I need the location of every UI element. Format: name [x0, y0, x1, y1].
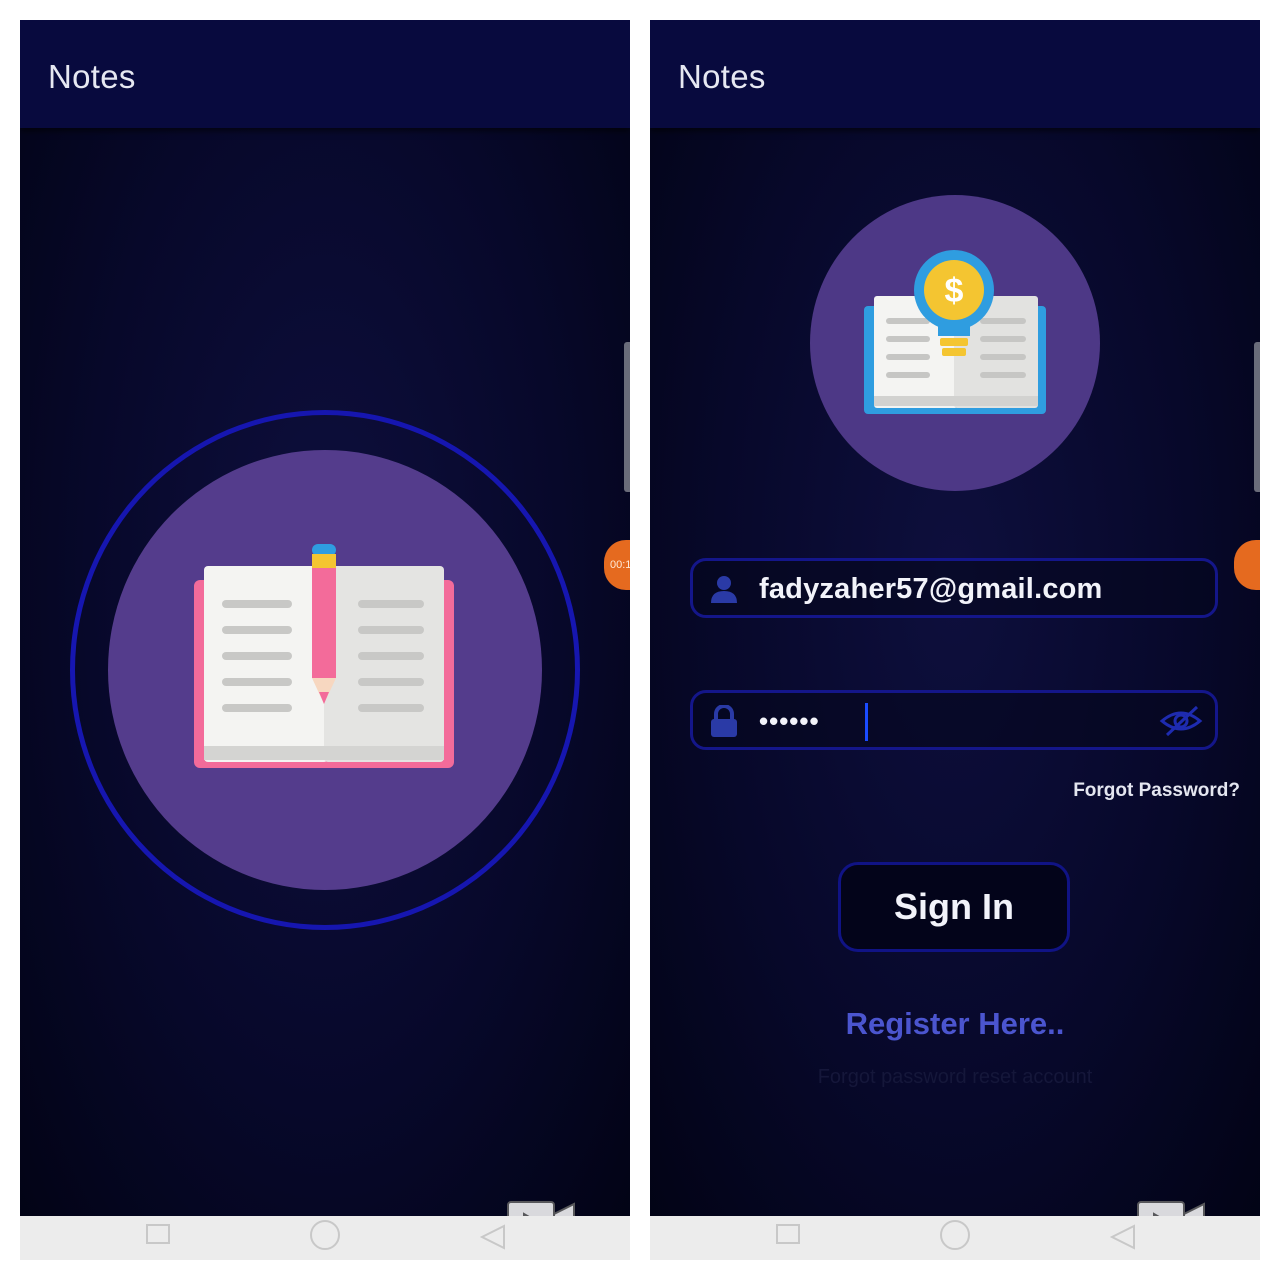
lock-icon [711, 705, 737, 737]
faint-helper-text: Forgot password reset account [817, 1066, 1093, 1088]
android-nav-bar [20, 1216, 630, 1260]
eye-off-icon[interactable] [1159, 705, 1203, 737]
book-lightbulb-dollar-icon: $ [864, 250, 1046, 414]
home-circle-icon[interactable] [310, 1220, 340, 1250]
notebook-pencil-icon [194, 544, 454, 768]
back-triangle-icon[interactable] [1108, 1222, 1138, 1252]
recents-square-icon[interactable] [146, 1224, 170, 1244]
edge-scroll-handle[interactable] [1254, 342, 1260, 492]
app-title: Notes [678, 58, 766, 95]
android-nav-bar [650, 1216, 1260, 1260]
app-bar: Notes [650, 20, 1260, 128]
sign-in-button[interactable]: Sign In [838, 862, 1070, 952]
splash-screen: Notes 00:1 [20, 20, 630, 1260]
back-triangle-icon[interactable] [478, 1222, 508, 1252]
app-bar: Notes [20, 20, 630, 128]
user-icon [711, 576, 737, 603]
svg-text:$: $ [945, 272, 964, 310]
home-circle-icon[interactable] [940, 1220, 970, 1250]
text-caret [865, 703, 868, 741]
login-screen: Notes $ fadyzaher57@gmail.com •••••• For… [650, 20, 1260, 1260]
recording-indicator[interactable]: 00:1 [604, 540, 630, 590]
recents-square-icon[interactable] [776, 1224, 800, 1244]
edge-scroll-handle[interactable] [624, 342, 630, 492]
email-value: fadyzaher57@gmail.com [759, 573, 1103, 605]
register-link[interactable]: Register Here.. [650, 1006, 1260, 1042]
password-field[interactable]: •••••• [690, 690, 1218, 750]
forgot-password-link[interactable]: Forgot Password? [1073, 780, 1240, 802]
recording-indicator[interactable] [1234, 540, 1260, 590]
email-field[interactable]: fadyzaher57@gmail.com [690, 558, 1218, 618]
app-title: Notes [48, 58, 136, 95]
password-value: •••••• [759, 706, 820, 736]
